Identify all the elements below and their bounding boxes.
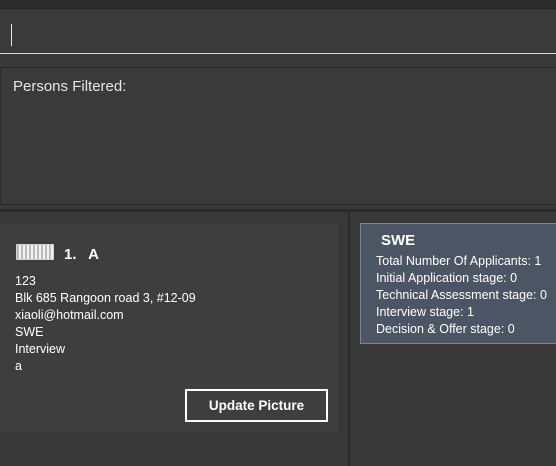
person-job: SWE <box>15 325 44 339</box>
result-text: Persons Filtered: <box>13 78 127 95</box>
job-stats-card: SWE Total Number Of Applicants: 1 Initia… <box>360 223 556 344</box>
person-remark: a <box>15 359 22 373</box>
person-address: Blk 685 Rangoon road 3, #12-09 <box>15 291 196 305</box>
result-display: Persons Filtered: <box>0 67 556 205</box>
person-index: 1. <box>64 246 77 263</box>
person-card[interactable]: 1. A 123 Blk 685 Rangoon road 3, #12-09 … <box>0 224 338 432</box>
person-name: A <box>88 246 99 263</box>
command-input[interactable] <box>0 13 556 54</box>
interview-stage-line: Interview stage: 1 <box>376 305 474 319</box>
top-bar <box>0 0 556 11</box>
text-caret <box>11 24 12 46</box>
profile-picture <box>16 244 54 260</box>
update-picture-button[interactable]: Update Picture <box>185 389 328 422</box>
job-stats-panel: SWE Total Number Of Applicants: 1 Initia… <box>350 212 556 466</box>
decision-offer-line: Decision & Offer stage: 0 <box>376 322 515 336</box>
person-phone: 123 <box>15 274 36 288</box>
person-email: xiaoli@hotmail.com <box>15 308 124 322</box>
initial-application-line: Initial Application stage: 0 <box>376 271 518 285</box>
job-stats-title: SWE <box>381 232 416 249</box>
person-list-panel: 1. A 123 Blk 685 Rangoon road 3, #12-09 … <box>0 212 348 466</box>
person-stage: Interview <box>15 342 66 356</box>
person-name-line: 1. A <box>64 246 99 263</box>
technical-assessment-line: Technical Assessment stage: 0 <box>376 288 547 302</box>
total-applicants-line: Total Number Of Applicants: 1 <box>376 254 542 268</box>
